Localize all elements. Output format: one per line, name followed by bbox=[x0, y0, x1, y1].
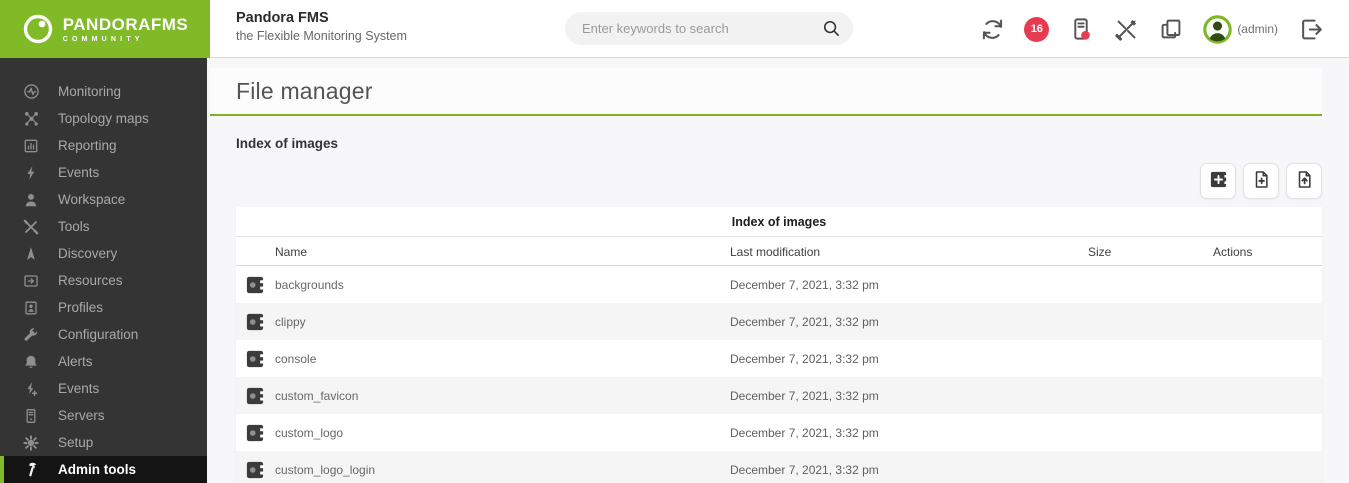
server-alert-icon[interactable] bbox=[1068, 16, 1094, 42]
sidebar-item-monitoring[interactable]: Monitoring bbox=[0, 78, 207, 105]
row-name[interactable]: console bbox=[275, 352, 316, 366]
sidebar-item-admin-tools[interactable]: Admin tools bbox=[0, 456, 207, 483]
pandora-swirl-icon bbox=[22, 13, 54, 45]
image-folder-icon bbox=[246, 276, 264, 294]
image-folder-icon bbox=[246, 350, 264, 368]
table-row-custom-logo-login[interactable]: custom_logo_login December 7, 2021, 3:32… bbox=[236, 451, 1322, 483]
configuration-icon bbox=[22, 326, 40, 344]
sidebar-item-servers[interactable]: Servers bbox=[0, 402, 207, 429]
create-directory-button[interactable] bbox=[1200, 163, 1236, 199]
row-name[interactable]: clippy bbox=[275, 315, 306, 329]
sidebar-item-alerts[interactable]: Alerts bbox=[0, 348, 207, 375]
servers-icon bbox=[22, 407, 40, 425]
sidebar-item-profiles[interactable]: Profiles bbox=[0, 294, 207, 321]
row-last-modification: December 7, 2021, 3:32 pm bbox=[730, 278, 879, 292]
product-title: Pandora FMS bbox=[236, 10, 329, 26]
workspace-icon bbox=[22, 191, 40, 209]
upload-file-button[interactable] bbox=[1286, 163, 1322, 199]
sidebar-item-discovery[interactable]: Discovery bbox=[0, 240, 207, 267]
row-last-modification: December 7, 2021, 3:32 pm bbox=[730, 426, 879, 440]
brand-name: PANDORAFMS bbox=[62, 14, 189, 34]
file-manager-toolbar bbox=[1200, 163, 1322, 199]
setup-icon bbox=[22, 434, 40, 452]
row-last-modification: December 7, 2021, 3:32 pm bbox=[730, 389, 879, 403]
admin-tools-icon bbox=[22, 461, 40, 479]
tools-icon bbox=[22, 218, 40, 236]
events2-icon bbox=[22, 380, 40, 398]
column-header-last-modification: Last modification bbox=[730, 245, 821, 259]
alerts-icon bbox=[22, 353, 40, 371]
row-name[interactable]: custom_logo bbox=[275, 426, 343, 440]
image-folder-icon bbox=[246, 313, 264, 331]
image-folder-icon bbox=[246, 387, 264, 405]
row-last-modification: December 7, 2021, 3:32 pm bbox=[730, 352, 879, 366]
refresh-icon[interactable] bbox=[979, 16, 1005, 42]
row-last-modification: December 7, 2021, 3:32 pm bbox=[730, 463, 879, 477]
sidebar-item-configuration[interactable]: Configuration bbox=[0, 321, 207, 348]
user-menu[interactable]: (admin) bbox=[1203, 14, 1278, 44]
product-subtitle: the Flexible Monitoring System bbox=[236, 29, 407, 43]
sidebar-item-events[interactable]: Events bbox=[0, 159, 207, 186]
sidebar-item-tools[interactable]: Tools bbox=[0, 213, 207, 240]
monitoring-icon bbox=[22, 83, 40, 101]
sidebar: Monitoring Topology maps Reporting Event… bbox=[0, 58, 207, 483]
table-row-backgrounds[interactable]: backgrounds December 7, 2021, 3:32 pm bbox=[236, 266, 1322, 303]
table-title: Index of images bbox=[236, 207, 1322, 237]
top-header: PANDORAFMS COMMUNITY Pandora FMS the Fle… bbox=[0, 0, 1349, 58]
logout-icon[interactable] bbox=[1297, 16, 1323, 42]
section-title: Index of images bbox=[236, 136, 339, 151]
create-text-icon bbox=[1252, 170, 1271, 192]
maintenance-icon[interactable] bbox=[1113, 16, 1139, 42]
column-header-actions: Actions bbox=[1213, 245, 1253, 259]
avatar bbox=[1203, 14, 1233, 44]
row-name[interactable]: backgrounds bbox=[275, 278, 344, 292]
table-row-custom-favicon[interactable]: custom_favicon December 7, 2021, 3:32 pm bbox=[236, 377, 1322, 414]
image-folder-icon bbox=[246, 461, 264, 479]
sidebar-item-reporting[interactable]: Reporting bbox=[0, 132, 207, 159]
upload-file-icon bbox=[1295, 170, 1314, 192]
row-last-modification: December 7, 2021, 3:32 pm bbox=[730, 315, 879, 329]
table-row-custom-logo[interactable]: custom_logo December 7, 2021, 3:32 pm bbox=[236, 414, 1322, 451]
index-of-images-table: Index of images Name Last modification Siz… bbox=[236, 207, 1322, 483]
table-header-row: Name Last modification Size Actions bbox=[236, 237, 1322, 266]
profiles-icon bbox=[22, 299, 40, 317]
table-row-console[interactable]: console December 7, 2021, 3:32 pm bbox=[236, 340, 1322, 377]
search-input[interactable] bbox=[565, 21, 819, 36]
row-name[interactable]: custom_favicon bbox=[275, 389, 358, 403]
reporting-icon bbox=[22, 137, 40, 155]
pandora-logo[interactable]: PANDORAFMS COMMUNITY bbox=[0, 0, 210, 58]
sidebar-item-events[interactable]: Events bbox=[0, 375, 207, 402]
column-header-name: Name bbox=[275, 245, 308, 259]
row-name[interactable]: custom_logo_login bbox=[275, 463, 375, 477]
global-search bbox=[565, 12, 853, 45]
brand-subtitle: COMMUNITY bbox=[62, 35, 144, 43]
topology-icon bbox=[22, 110, 40, 128]
sidebar-item-setup[interactable]: Setup bbox=[0, 429, 207, 456]
sidebar-item-workspace[interactable]: Workspace bbox=[0, 186, 207, 213]
table-row-clippy[interactable]: clippy December 7, 2021, 3:32 pm bbox=[236, 303, 1322, 340]
page-title-band: File manager bbox=[210, 68, 1322, 116]
create-directory-icon bbox=[1209, 170, 1228, 192]
events-icon bbox=[22, 164, 40, 182]
column-header-size: Size bbox=[1088, 245, 1112, 259]
create-text-button[interactable] bbox=[1243, 163, 1279, 199]
page-title: File manager bbox=[236, 77, 373, 104]
copy-icon[interactable] bbox=[1158, 16, 1184, 42]
user-label: (admin) bbox=[1237, 22, 1278, 36]
discovery-icon bbox=[22, 245, 40, 263]
sidebar-item-resources[interactable]: Resources bbox=[0, 267, 207, 294]
notifications-badge[interactable]: 16 bbox=[1024, 16, 1050, 42]
sidebar-item-topology-maps[interactable]: Topology maps bbox=[0, 105, 207, 132]
search-icon[interactable] bbox=[819, 12, 853, 45]
image-folder-icon bbox=[246, 424, 264, 442]
resources-icon bbox=[22, 272, 40, 290]
